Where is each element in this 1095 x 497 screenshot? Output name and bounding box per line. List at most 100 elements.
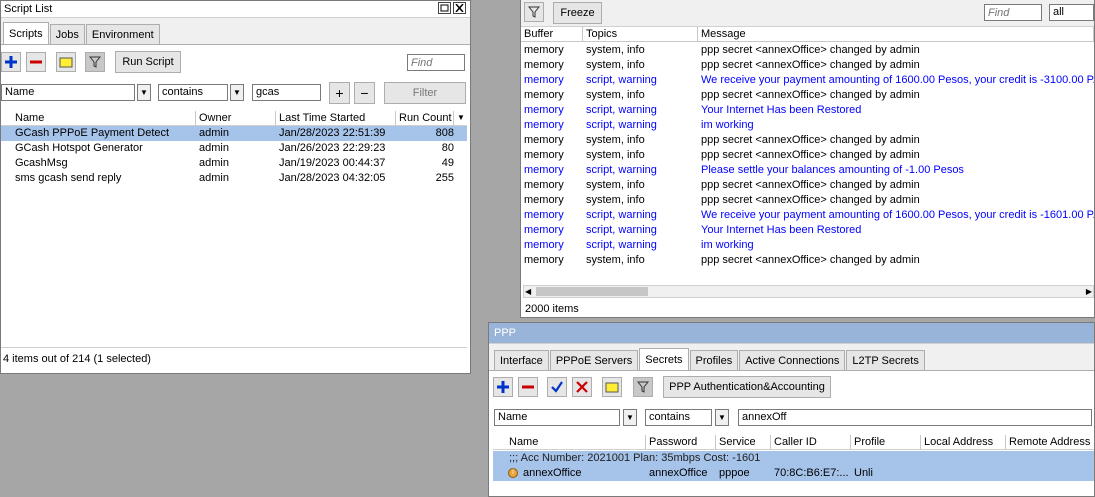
log-window: Freeze all Buffer Topics Message memory s… [520,0,1095,318]
remove-filter-button[interactable]: − [354,82,375,104]
log-find-input[interactable] [984,4,1042,21]
table-row[interactable]: i annexOffice annexOffice pppoe 70:8C:B6… [493,466,1094,481]
filter-toggle-button[interactable] [524,2,544,22]
filter-toggle-button[interactable] [85,52,105,72]
tab-environment[interactable]: Environment [85,24,160,44]
log-row[interactable]: memory script, warning We receive your pay… [521,208,1094,223]
col-caller-id[interactable]: Caller ID [771,435,851,450]
table-row[interactable]: GCash Hotspot Generator admin Jan/26/202… [1,141,467,156]
comment-row[interactable]: ;;; Acc Number: 2021001 Plan: 35mbps Cos… [493,451,1094,466]
filter-op-dropdown[interactable]: ▼ [230,84,244,101]
col-local-address[interactable]: Local Address [921,435,1006,450]
filter-value-input[interactable]: annexOff [738,409,1092,426]
sort-desc-icon[interactable]: ▼ [454,111,467,126]
tab-scripts[interactable]: Scripts [3,22,49,44]
cell-count: 255 [435,172,454,184]
secret-status-icon: i [508,468,518,478]
tab-active-connections[interactable]: Active Connections [739,350,846,370]
scroll-left-icon[interactable]: ◀ [525,286,531,297]
find-input[interactable] [407,54,465,71]
enable-button[interactable] [547,377,567,397]
filter-button[interactable]: Filter [384,82,466,104]
ppp-titlebar[interactable]: PPP [489,323,1094,344]
run-script-button[interactable]: Run Script [115,51,181,73]
tab-jobs[interactable]: Jobs [49,24,85,44]
close-icon [455,3,464,13]
log-row[interactable]: memory script, warning im working [521,118,1094,133]
cell-topics: script, warning [586,239,657,251]
cell-message: ppp secret <annexOffice> changed by admi… [701,44,920,56]
scroll-right-icon[interactable]: ▶ [1086,286,1092,297]
tab-interface[interactable]: Interface [494,350,549,370]
table-row[interactable]: GcashMsg admin Jan/19/2023 00:44:37 49 [1,156,467,171]
log-row[interactable]: memory system, info ppp secret <annexOffic… [521,193,1094,208]
col-profile[interactable]: Profile [851,435,921,450]
filter-icon [637,381,649,393]
log-row[interactable]: memory script, warning Your Internet Has b… [521,103,1094,118]
add-button[interactable] [493,377,513,397]
log-row[interactable]: memory system, info ppp secret <annexOffic… [521,133,1094,148]
col-topics[interactable]: Topics [583,27,698,42]
log-row[interactable]: memory system, info ppp secret <annexOffic… [521,58,1094,73]
log-row[interactable]: memory system, info ppp secret <annexOffic… [521,253,1094,268]
cell-message: Your Internet Has been Restored [701,224,862,236]
scroll-thumb[interactable] [536,287,648,296]
col-last-time-started[interactable]: Last Time Started [276,111,396,126]
filter-value-input[interactable]: gcas [252,84,321,101]
log-row[interactable]: memory script, warning We receive your pay… [521,73,1094,88]
col-buffer[interactable]: Buffer [521,27,583,42]
col-run-count[interactable]: Run Count [396,111,454,126]
ppp-window: PPP Interface PPPoE Servers Secrets Prof… [488,322,1095,497]
tab-secrets[interactable]: Secrets [639,348,689,370]
col-message[interactable]: Message [698,27,1094,42]
log-row[interactable]: memory system, info ppp secret <annexOffic… [521,178,1094,193]
cell-owner: admin [199,157,229,169]
log-row[interactable]: memory system, info ppp secret <annexOffic… [521,148,1094,163]
log-scope-select[interactable]: all [1049,4,1094,21]
add-button[interactable] [1,52,21,72]
tab-pppoe-servers[interactable]: PPPoE Servers [549,350,639,370]
col-name[interactable]: Name [506,435,646,450]
log-row[interactable]: memory script, warning Please settle your … [521,163,1094,178]
cell-buffer: memory [524,194,564,206]
ppp-auth-accounting-button[interactable]: PPP Authentication&Accounting [663,376,831,398]
filter-field-dropdown[interactable]: ▼ [623,409,637,426]
table-row[interactable]: sms gcash send reply admin Jan/28/2023 0… [1,171,467,186]
filter-op-select[interactable]: contains [645,409,712,426]
filter-field-select[interactable]: Name [494,409,620,426]
disable-button[interactable] [572,377,592,397]
add-filter-button[interactable]: + [329,82,350,104]
log-row[interactable]: memory script, warning Your Internet Has b… [521,223,1094,238]
cell-topics: system, info [586,179,645,191]
script-list-titlebar[interactable]: Script List [1,1,470,18]
note-icon [605,382,619,393]
col-password[interactable]: Password [646,435,716,450]
filter-toggle-button[interactable] [633,377,653,397]
restore-button[interactable] [438,2,451,14]
horizontal-scrollbar[interactable]: ◀ ▶ [523,285,1094,298]
comment-button[interactable] [56,52,76,72]
filter-field-dropdown[interactable]: ▼ [137,84,151,101]
cell-message: im working [701,239,754,251]
cell-buffer: memory [524,104,564,116]
log-row[interactable]: memory system, info ppp secret <annexOffic… [521,88,1094,103]
col-remote-address[interactable]: Remote Address [1006,435,1094,450]
freeze-button[interactable]: Freeze [553,2,602,24]
filter-op-dropdown[interactable]: ▼ [715,409,729,426]
close-button[interactable] [453,2,466,14]
col-service[interactable]: Service [716,435,771,450]
tab-l2tp-secrets[interactable]: L2TP Secrets [846,350,925,370]
table-row[interactable]: GCash PPPoE Payment Detect admin Jan/28/… [1,126,467,141]
log-row[interactable]: memory script, warning im working [521,238,1094,253]
log-row[interactable]: memory system, info ppp secret <annexOffic… [521,43,1094,58]
col-name[interactable]: Name [12,111,196,126]
remove-button[interactable] [518,377,538,397]
comment-button[interactable] [602,377,622,397]
remove-button[interactable] [26,52,46,72]
filter-op-select[interactable]: contains [158,84,228,101]
tab-profiles[interactable]: Profiles [689,350,739,370]
filter-field-select[interactable]: Name [1,84,135,101]
filter-icon [528,6,540,18]
col-owner[interactable]: Owner [196,111,276,126]
cell-message: ppp secret <annexOffice> changed by admi… [701,179,920,191]
